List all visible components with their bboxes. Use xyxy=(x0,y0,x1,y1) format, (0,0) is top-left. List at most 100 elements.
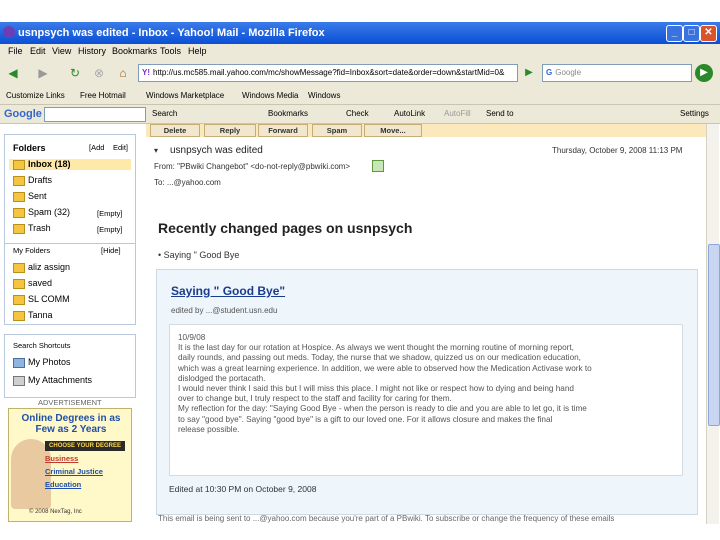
menu-history[interactable]: History xyxy=(78,44,106,58)
changed-page-box: Saying " Good Bye" edited by ...@student… xyxy=(156,269,698,515)
delete-button[interactable]: Delete xyxy=(150,124,200,137)
folder-trash[interactable]: Trash xyxy=(13,223,51,234)
shortcut-label: My Photos xyxy=(28,357,71,367)
diff-box: 10/9/08 It is the last day for our rotat… xyxy=(169,324,683,476)
yahoo-favicon: Y! xyxy=(142,68,150,77)
my-folder-item[interactable]: saved xyxy=(13,278,52,289)
reply-button[interactable]: Reply xyxy=(204,124,256,137)
folders-add-link[interactable]: [Add xyxy=(89,143,104,152)
stop-icon[interactable]: ⊗ xyxy=(90,64,108,82)
subject-expand-icon[interactable]: ▾ xyxy=(154,146,158,155)
google-toolbar-search-input[interactable] xyxy=(44,107,146,122)
google-settings-button[interactable]: Settings xyxy=(680,105,709,123)
trash-folder-icon xyxy=(13,223,25,234)
edited-at: Edited at 10:30 PM on October 9, 2008 xyxy=(169,484,317,494)
folder-icon xyxy=(13,278,25,289)
ad-footer: © 2008 NexTag, Inc xyxy=(29,509,82,515)
diff-line: My reflection for the day: "Saying Good … xyxy=(178,404,587,414)
menu-file[interactable]: File xyxy=(8,44,23,58)
navigation-bar: ◀ ▶ ↻ ⊗ ⌂ Y! http://us.mc585.mail.yahoo.c… xyxy=(0,58,720,89)
folders-edit-link[interactable]: Edit] xyxy=(113,143,128,152)
folder-label: Inbox (18) xyxy=(28,159,71,169)
url-input[interactable]: Y! http://us.mc585.mail.yahoo.com/mc/show… xyxy=(138,64,518,82)
folders-panel: Folders [Add Edit] Inbox (18) Drafts Sen… xyxy=(4,134,136,244)
changed-page-list-item: • Saying " Good Bye xyxy=(158,250,239,260)
reload-icon[interactable]: ↻ xyxy=(66,64,84,82)
shortcut-my-photos[interactable]: My Photos xyxy=(13,357,71,368)
vertical-scrollbar[interactable] xyxy=(706,124,720,524)
google-sendto-button[interactable]: Send to xyxy=(486,105,514,123)
menu-bookmarks[interactable]: Bookmarks xyxy=(112,44,157,58)
search-input[interactable]: G Google xyxy=(542,64,692,82)
ad-item-business[interactable]: Business xyxy=(45,454,125,463)
my-folders-panel: My Folders [Hide] aliz assign saved SL C… xyxy=(4,244,136,325)
google-bookmarks-button[interactable]: Bookmarks xyxy=(268,105,308,123)
bookmark-windows-marketplace[interactable]: Windows Marketplace xyxy=(146,88,224,104)
folder-icon xyxy=(13,294,25,305)
bookmark-windows[interactable]: Windows xyxy=(308,88,340,104)
url-text: http://us.mc585.mail.yahoo.com/mc/showMe… xyxy=(153,68,505,77)
folder-label: Sent xyxy=(28,191,47,201)
forward-icon[interactable]: ▶ xyxy=(34,64,52,82)
inbox-folder-icon xyxy=(13,159,25,170)
menu-help[interactable]: Help xyxy=(188,44,207,58)
trash-empty-link[interactable]: [Empty] xyxy=(97,225,122,234)
menu-bar: File Edit View History Bookmarks Tools H… xyxy=(0,44,720,58)
message-from: From: "PBwiki Changebot" <do-not-reply@p… xyxy=(154,162,351,171)
my-folders-hide-link[interactable]: [Hide] xyxy=(101,246,121,255)
folder-inbox[interactable]: Inbox (18) xyxy=(9,159,131,170)
search-shortcuts-panel: Search Shortcuts My Photos My Attachment… xyxy=(4,334,136,398)
firefox-icon xyxy=(3,26,15,38)
back-icon[interactable]: ◀ xyxy=(4,64,22,82)
move-button[interactable]: Move... xyxy=(364,124,422,137)
folder-sent[interactable]: Sent xyxy=(13,191,47,202)
message-date: Thursday, October 9, 2008 11:13 PM xyxy=(552,146,683,155)
page-title-link[interactable]: Saying " Good Bye" xyxy=(171,284,285,298)
google-toolbar: Google Search Bookmarks Check AutoLink A… xyxy=(0,105,720,124)
menu-view[interactable]: View xyxy=(52,44,71,58)
ad-banner[interactable]: Online Degrees in as Few as 2 Years CHOO… xyxy=(8,408,132,522)
minimize-icon[interactable]: _ xyxy=(666,25,683,42)
diff-line: which was a great learning experience. I… xyxy=(178,363,592,373)
go-icon[interactable]: ▶ xyxy=(520,64,538,82)
window-title-bar: usnpsych was edited - Inbox - Yahoo! Mai… xyxy=(0,22,720,44)
shortcut-label: My Attachments xyxy=(28,375,93,385)
ad-item-education[interactable]: Education xyxy=(45,480,125,489)
email-heading: Recently changed pages on usnpsych xyxy=(158,220,413,236)
folder-drafts[interactable]: Drafts xyxy=(13,175,52,186)
google-search-button[interactable]: Search xyxy=(152,105,177,123)
attachment-icon xyxy=(13,375,25,386)
folders-heading: Folders xyxy=(13,143,46,153)
diff-line: daily rounds, and passing out meds. Toda… xyxy=(178,353,581,363)
folder-spam[interactable]: Spam (32) xyxy=(13,207,70,218)
ad-item-criminal-justice[interactable]: Criminal Justice xyxy=(45,467,125,476)
home-icon[interactable]: ⌂ xyxy=(114,64,132,82)
scrollbar-thumb[interactable] xyxy=(708,244,720,426)
folder-label: Drafts xyxy=(28,175,53,185)
my-folder-item[interactable]: SL COMM xyxy=(13,294,70,305)
spam-button[interactable]: Spam xyxy=(312,124,362,137)
menu-tools[interactable]: Tools xyxy=(160,44,181,58)
spam-empty-link[interactable]: [Empty] xyxy=(97,209,122,218)
bookmarks-bar: Customize Links Free Hotmail Windows Mar… xyxy=(0,88,720,105)
bookmark-customize-links[interactable]: Customize Links xyxy=(6,88,65,104)
search-go-icon[interactable]: ▶ xyxy=(695,64,713,82)
google-autolink-button[interactable]: AutoLink xyxy=(394,105,425,123)
close-icon[interactable]: ✕ xyxy=(700,25,717,42)
bookmark-free-hotmail[interactable]: Free Hotmail xyxy=(80,88,126,104)
bookmark-windows-media[interactable]: Windows Media xyxy=(242,88,298,104)
advertisement-label: ADVERTISEMENT xyxy=(38,398,102,407)
forward-button[interactable]: Forward xyxy=(258,124,308,137)
maximize-icon[interactable]: □ xyxy=(683,25,700,42)
google-check-button[interactable]: Check xyxy=(346,105,369,123)
my-folder-item[interactable]: aliz assign xyxy=(13,262,70,273)
shortcut-my-attachments[interactable]: My Attachments xyxy=(13,375,92,386)
my-folder-label: aliz assign xyxy=(28,262,71,272)
my-folder-item[interactable]: Tanna xyxy=(13,310,53,321)
add-contact-icon[interactable] xyxy=(372,160,384,172)
window-title: usnpsych was edited - Inbox - Yahoo! Mai… xyxy=(18,27,325,39)
message-action-bar: Delete Reply Forward Spam Move... xyxy=(146,124,706,137)
menu-edit[interactable]: Edit xyxy=(30,44,46,58)
google-logo: Google xyxy=(4,108,42,120)
google-autofill-button[interactable]: AutoFill xyxy=(444,105,471,123)
